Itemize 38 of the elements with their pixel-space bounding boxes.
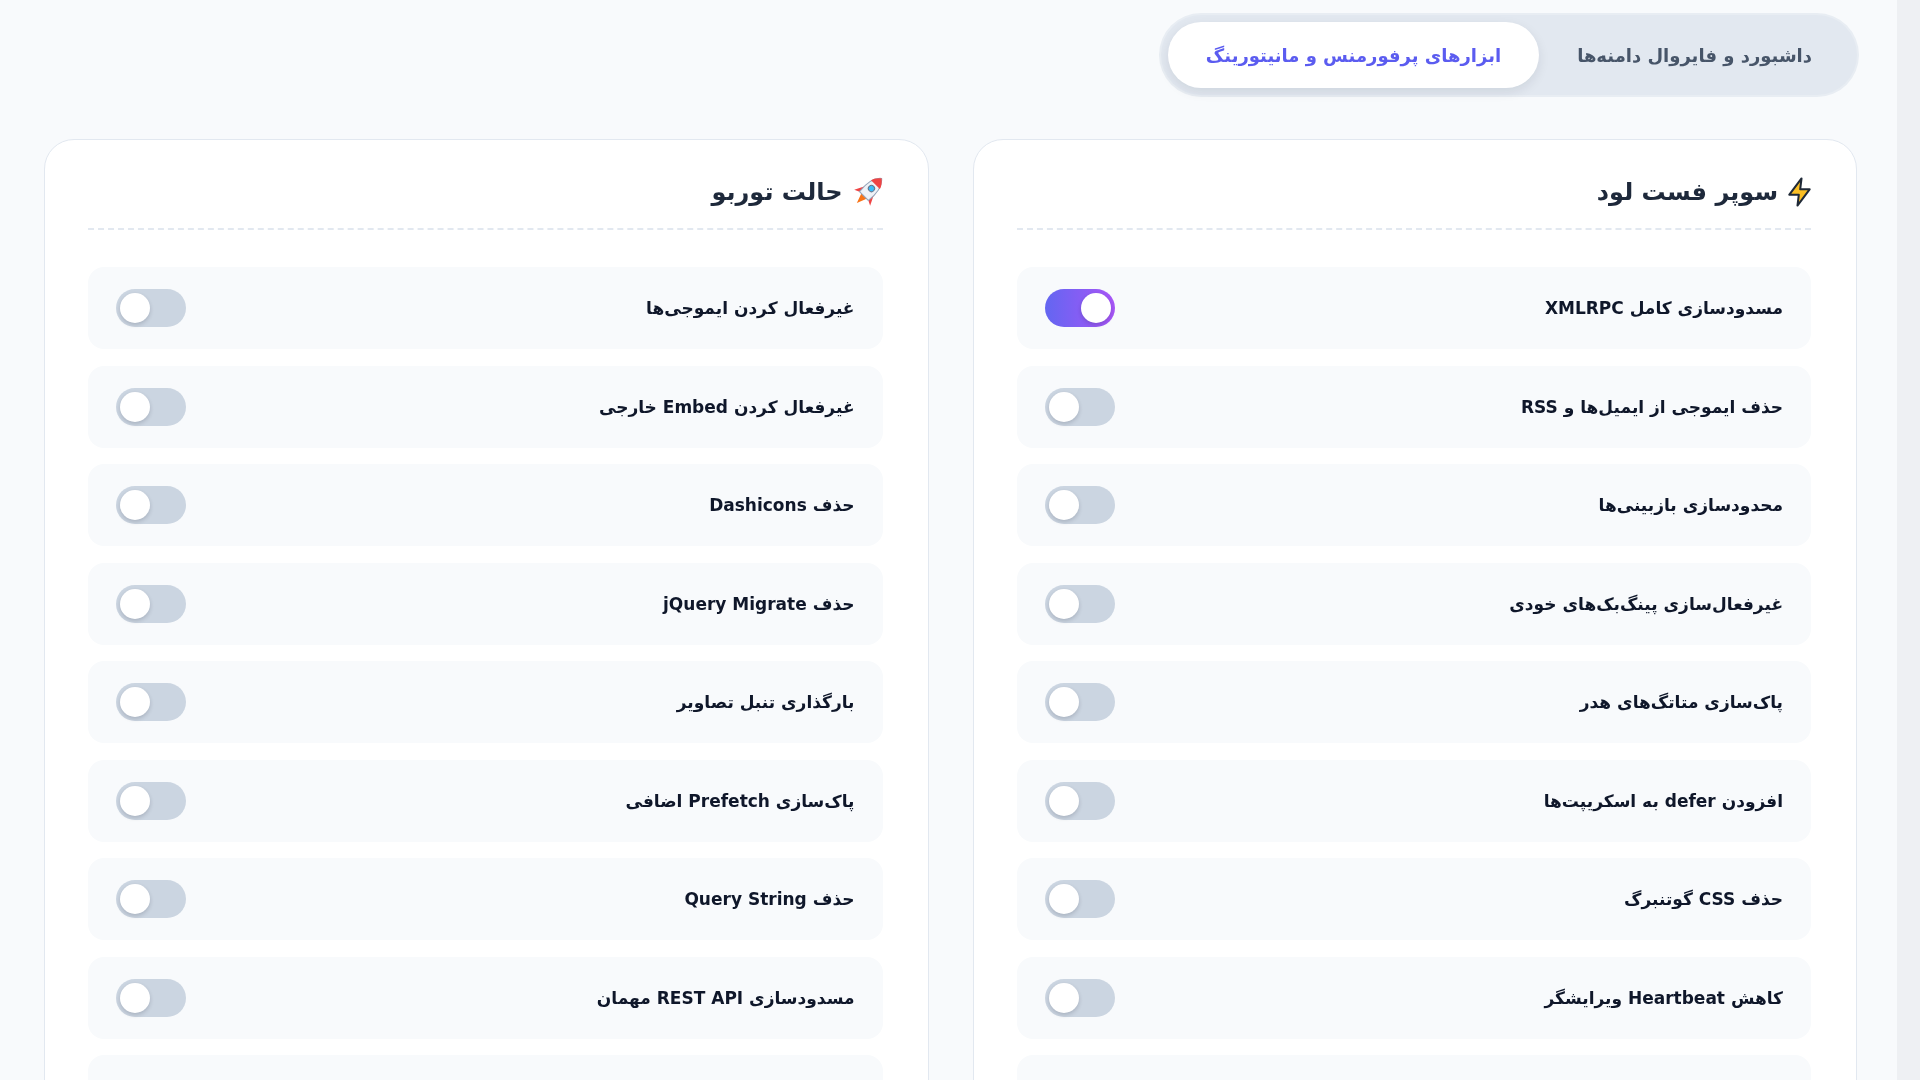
- toggle-switch[interactable]: [116, 387, 186, 426]
- toggle-switch[interactable]: [1044, 978, 1115, 1017]
- setting-label: مسدودسازی REST API مهمان: [596, 987, 855, 1008]
- toggle-switch[interactable]: [116, 289, 186, 327]
- setting-label: کاهش Heartbeat ویرایشگر: [1544, 987, 1783, 1008]
- setting-label: پاک‌سازی متاتگ‌های هدر: [1579, 692, 1783, 712]
- toggle-switch[interactable]: [116, 486, 186, 524]
- setting-label: حذف CSS گوتنبرگ: [1624, 889, 1783, 909]
- toggle-switch[interactable]: [1044, 880, 1115, 918]
- toggle-switch[interactable]: [1044, 781, 1115, 820]
- setting-label: غیرفعال کردن ایموجی‌ها: [646, 298, 855, 318]
- lightning-icon: [1788, 177, 1811, 207]
- card-title: سوپر فست لود: [1596, 178, 1778, 206]
- tab[interactable]: داشبورد و فایروال دامنه‌ها: [1539, 22, 1850, 88]
- setting-label: مسدودسازی کامل XMLRPC: [1544, 298, 1783, 318]
- toggle-switch[interactable]: [116, 781, 186, 820]
- toggle-switch[interactable]: [116, 584, 186, 623]
- setting-label: بارگذاری تنبل تصاویر: [676, 692, 855, 712]
- setting-label: حذف Query String: [684, 889, 855, 909]
- toggle-switch[interactable]: [1044, 289, 1115, 327]
- toggle-switch[interactable]: [116, 683, 186, 721]
- setting-label: حذف ایموجی از ایمیل‌ها و RSS: [1520, 396, 1783, 417]
- setting-label: پاک‌سازی Prefetch اضافی: [625, 790, 855, 811]
- rocket-icon: [852, 177, 883, 207]
- setting-label: افزودن defer به اسکریپت‌ها: [1543, 790, 1783, 811]
- toggle-switch[interactable]: [116, 880, 186, 918]
- tab[interactable]: ابزارهای پرفورمنس و مانیتورینگ: [1167, 22, 1540, 88]
- toggle-switch[interactable]: [116, 978, 186, 1017]
- toggle-switch[interactable]: [1044, 387, 1115, 426]
- toggle-switch[interactable]: [1044, 486, 1115, 524]
- setting-label: محدودسازی بازبینی‌ها: [1598, 495, 1783, 515]
- setting-label: غیرفعال کردن Embed خارجی: [598, 396, 855, 417]
- setting-label: حذف Dashicons: [709, 495, 855, 515]
- toggle-switch[interactable]: [1044, 683, 1115, 721]
- toggle-switch[interactable]: [1044, 584, 1115, 623]
- setting-label: غیرفعال‌سازی پینگ‌بک‌های خودی: [1509, 593, 1783, 614]
- setting-label: حذف jQuery Migrate: [663, 593, 855, 614]
- card-title: حالت توربو: [711, 178, 843, 206]
